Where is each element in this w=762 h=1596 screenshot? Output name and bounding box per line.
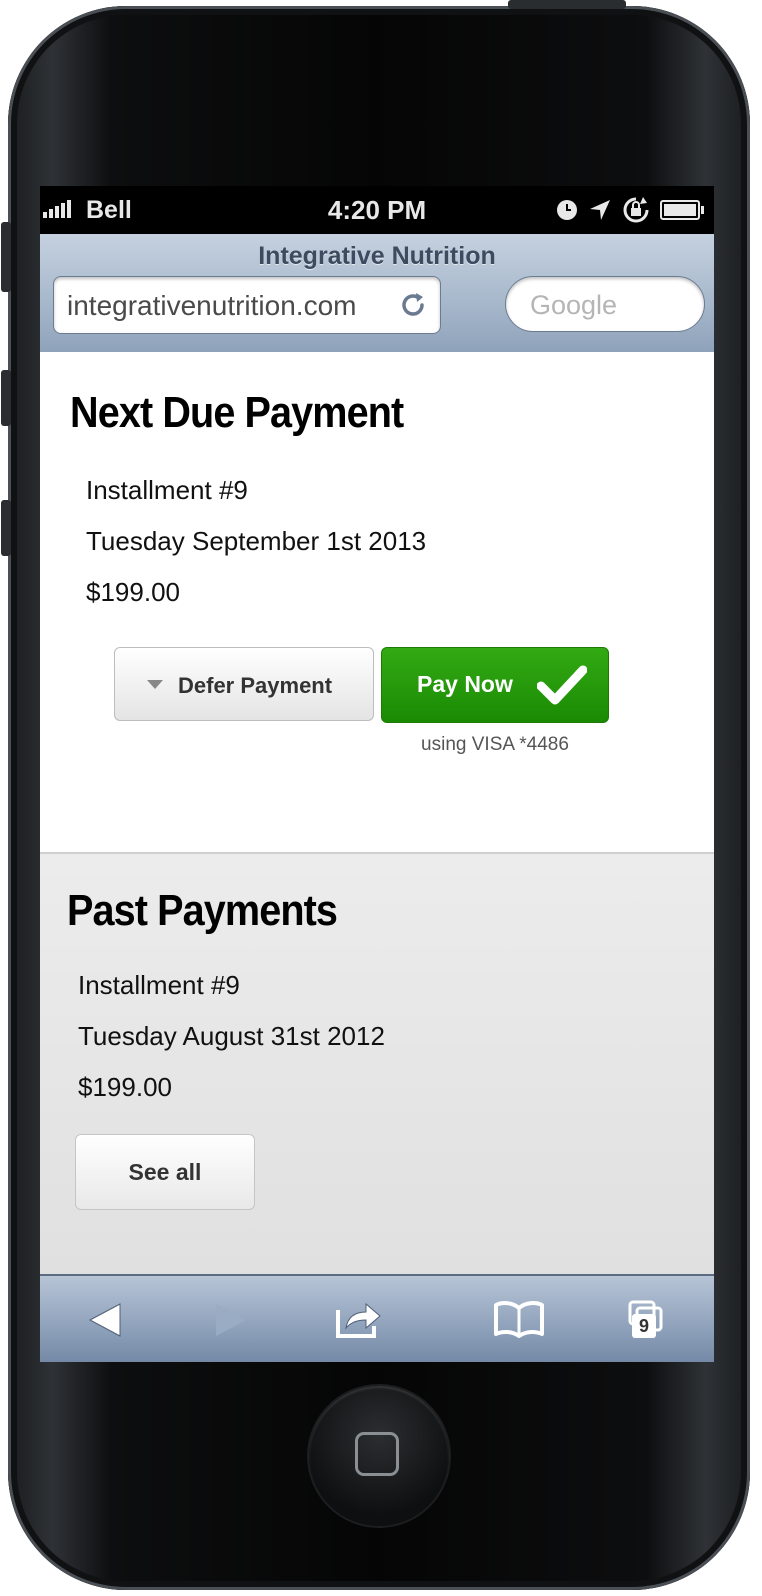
home-square-icon [355, 1432, 399, 1476]
url-field[interactable]: integrativenutrition.com [53, 276, 441, 334]
status-bar: Bell 4:20 PM [40, 186, 714, 234]
browser-address-bar: Integrative Nutrition integrativenutriti… [40, 234, 714, 354]
phone-screen: Bell 4:20 PM Integrative Nutrition integ… [40, 186, 714, 1362]
status-icons [556, 196, 704, 224]
past-date: Tuesday August 31st 2012 [78, 1021, 385, 1051]
battery-icon [660, 200, 704, 220]
browser-page-title: Integrative Nutrition [258, 242, 496, 270]
url-text: integrativenutrition.com [67, 290, 357, 321]
back-arrow-icon[interactable] [88, 1302, 122, 1338]
volume-down-button [1, 500, 11, 556]
power-button [508, 0, 626, 9]
clock-icon [557, 200, 577, 220]
next-due-heading: Next Due Payment [70, 388, 404, 437]
see-all-button[interactable]: See all [75, 1134, 255, 1210]
pay-now-button[interactable]: Pay Now [381, 647, 609, 723]
past-payments-section: Past Payments Installment #9 Tuesday Aug… [40, 852, 714, 1276]
bookmarks-icon[interactable] [494, 1300, 544, 1338]
rotation-lock-icon [623, 197, 649, 223]
page-content: Next Due Payment Installment #9 Tuesday … [40, 352, 714, 1276]
ring-silent-switch [1, 222, 11, 292]
payment-method-note: using VISA *4486 [421, 734, 569, 755]
next-due-amount: $199.00 [86, 577, 180, 607]
browser-toolbar: 9 [40, 1274, 714, 1362]
reload-icon[interactable] [398, 290, 428, 320]
checkmark-icon [537, 665, 587, 705]
search-field[interactable]: Google [505, 276, 705, 332]
next-due-section: Next Due Payment Installment #9 Tuesday … [40, 352, 714, 852]
past-amount: $199.00 [78, 1072, 172, 1102]
home-button[interactable] [309, 1386, 449, 1526]
past-installment: Installment #9 [78, 970, 240, 1000]
past-payments-heading: Past Payments [67, 886, 338, 935]
defer-payment-button[interactable]: Defer Payment [114, 647, 374, 721]
forward-arrow-icon [216, 1304, 246, 1336]
tabs-count-badge[interactable]: 9 [632, 1314, 656, 1338]
next-due-date: Tuesday September 1st 2013 [86, 526, 427, 556]
defer-payment-label: Defer Payment [178, 673, 333, 698]
volume-up-button [1, 370, 11, 426]
location-arrow-icon [590, 200, 610, 220]
pay-now-label: Pay Now [417, 671, 513, 697]
next-due-installment: Installment #9 [86, 475, 248, 505]
share-icon[interactable] [334, 1296, 382, 1340]
dropdown-triangle-icon [147, 680, 163, 689]
